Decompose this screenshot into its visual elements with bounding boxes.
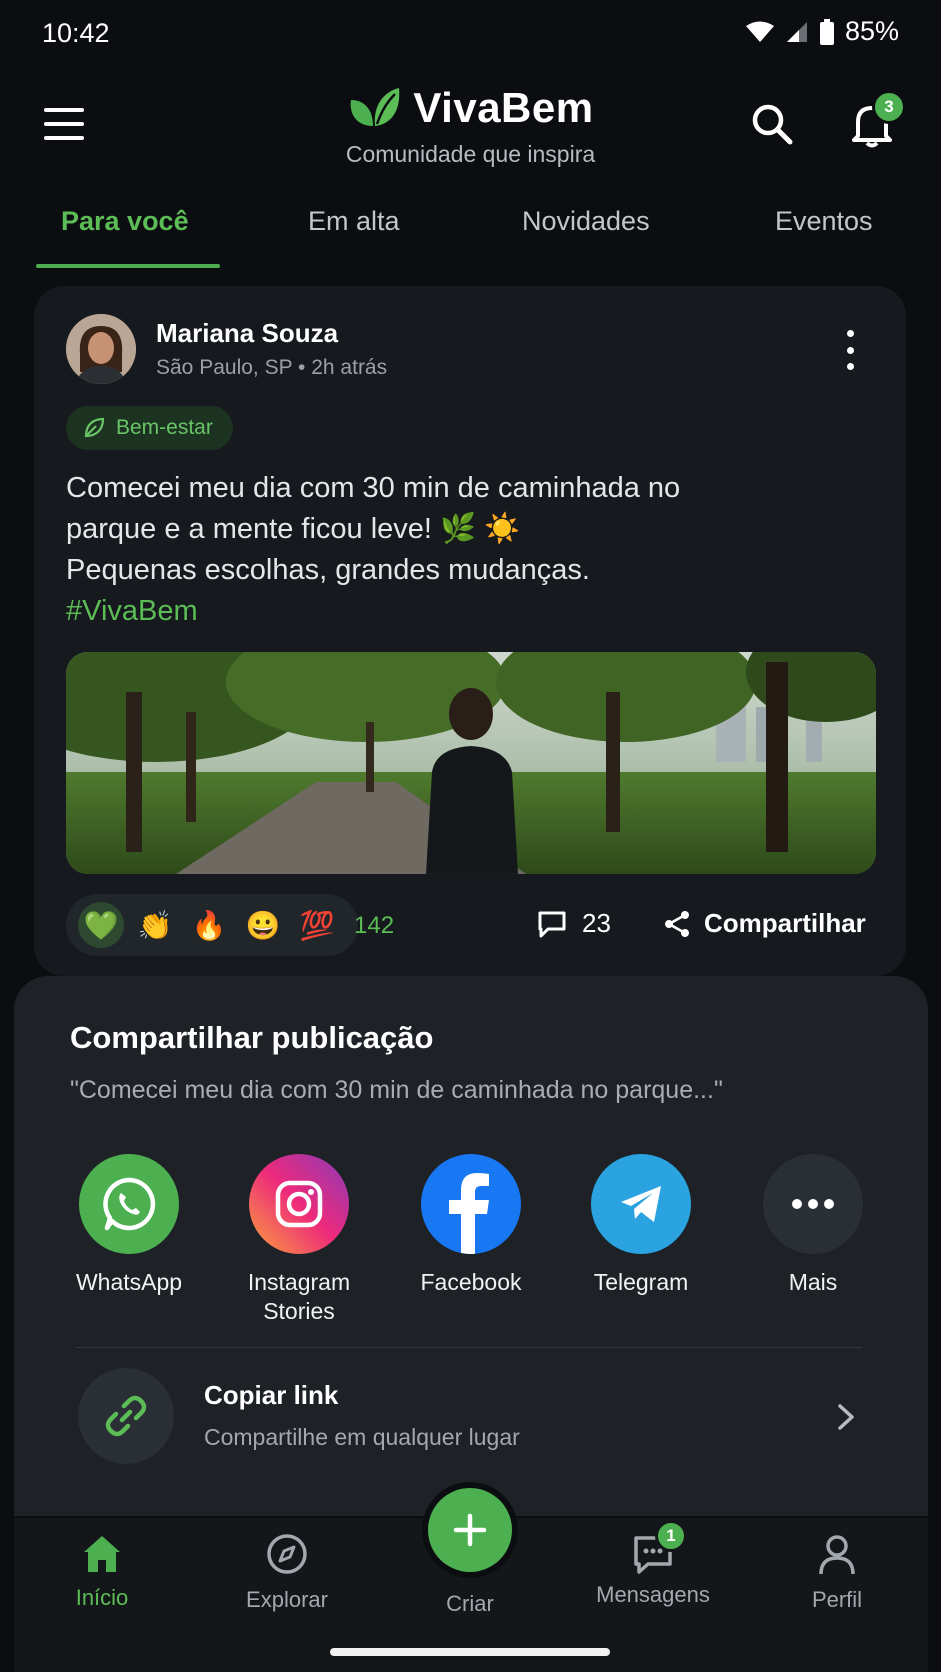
tab-em-alta[interactable]: Em alta xyxy=(308,206,400,237)
wifi-icon xyxy=(745,21,774,42)
tab-novidades[interactable]: Novidades xyxy=(522,206,650,237)
chevron-right-icon xyxy=(838,1404,854,1430)
comment-count: 23 xyxy=(582,908,611,938)
brand-name: VivaBem xyxy=(413,84,594,131)
nav-inicio-label: Início xyxy=(75,1585,129,1610)
home-indicator xyxy=(330,1648,610,1656)
nav-explorar-label: Explorar xyxy=(246,1587,328,1612)
nav-mensagens-label: Mensagens xyxy=(596,1582,710,1607)
share-facebook[interactable]: Facebook xyxy=(386,1154,556,1297)
share-facebook-label: Facebook xyxy=(420,1269,522,1295)
nav-criar-label: Criar xyxy=(446,1591,494,1616)
signal-icon xyxy=(786,21,807,42)
post-meta: São Paulo, SP • 2h atrás xyxy=(156,356,388,379)
post-text-line: parque e a mente ficou leve! 🌿 ☀️ xyxy=(66,513,521,545)
nav-perfil[interactable]: Perfil xyxy=(762,1532,912,1613)
leaf-logo-icon xyxy=(351,88,400,126)
nav-inicio[interactable]: Início xyxy=(27,1532,177,1611)
more-dots-icon xyxy=(763,1154,863,1254)
share-instagram-label: Instagram Stories xyxy=(214,1268,384,1326)
share-instagram-stories[interactable]: Instagram Stories xyxy=(214,1154,384,1326)
status-time: 10:42 xyxy=(42,18,110,48)
battery-percent: 85% xyxy=(844,16,899,46)
share-telegram[interactable]: Telegram xyxy=(556,1154,726,1297)
search-icon xyxy=(752,104,793,145)
notifications-button[interactable]: 3 xyxy=(846,90,906,150)
facebook-icon xyxy=(421,1154,521,1254)
copy-link-title: Copiar link xyxy=(204,1380,339,1410)
post-text: Comecei meu dia com 30 min de caminhada … xyxy=(66,468,866,632)
share-label: Compartilhar xyxy=(704,908,866,938)
notifications-badge: 3 xyxy=(872,90,906,124)
post-text-line: Comecei meu dia com 30 min de caminhada … xyxy=(66,472,681,504)
brand: VivaBem Comunidade que inspira xyxy=(0,84,941,168)
feed-tabs: Para você Em alta Novidades Eventos xyxy=(0,206,941,270)
brand-tagline: Comunidade que inspira xyxy=(345,141,596,167)
telegram-icon xyxy=(591,1154,691,1254)
post-author[interactable]: Mariana Souza xyxy=(156,318,338,349)
comment-icon xyxy=(538,911,566,937)
avatar[interactable] xyxy=(66,314,136,384)
category-label: Bem-estar xyxy=(116,416,213,439)
create-post-button[interactable] xyxy=(428,1488,512,1572)
sheet-divider xyxy=(76,1347,862,1348)
active-tab-indicator xyxy=(36,264,220,268)
category-chip[interactable]: Bem-estar xyxy=(66,406,233,450)
share-more[interactable]: Mais xyxy=(728,1154,898,1297)
share-sheet-quote: "Comecei meu dia com 30 min de caminhada… xyxy=(70,1076,723,1104)
reaction-clap[interactable]: 👏 xyxy=(132,902,178,948)
share-whatsapp-label: WhatsApp xyxy=(75,1269,183,1295)
compass-icon xyxy=(267,1534,307,1574)
post-options-button[interactable] xyxy=(840,330,860,370)
reaction-hundred[interactable]: 💯 xyxy=(294,902,340,948)
nav-perfil-label: Perfil xyxy=(811,1587,863,1612)
share-instagram-label-line1: Instagram xyxy=(247,1269,351,1295)
post-hashtag[interactable]: #VivaBem xyxy=(66,591,866,632)
share-button[interactable]: Compartilhar xyxy=(662,908,866,939)
reaction-count: 142 xyxy=(354,912,395,939)
profile-icon xyxy=(819,1535,855,1575)
share-telegram-label: Telegram xyxy=(593,1269,689,1295)
share-more-label: Mais xyxy=(788,1269,838,1295)
search-button[interactable] xyxy=(748,100,796,148)
reactions-bar: 💚 👏 🔥 😀 💯 xyxy=(66,894,358,956)
link-icon xyxy=(78,1368,174,1464)
messages-badge: 1 xyxy=(655,1520,687,1552)
reaction-heart[interactable]: 💚 xyxy=(78,902,124,948)
tab-eventos[interactable]: Eventos xyxy=(775,206,873,237)
share-instagram-label-line2: Stories xyxy=(263,1298,335,1324)
reaction-grin[interactable]: 😀 xyxy=(240,902,286,948)
share-icon xyxy=(665,910,689,937)
leaf-icon xyxy=(84,417,105,438)
status-icons: 85% xyxy=(745,16,899,47)
share-sheet-title: Compartilhar publicação xyxy=(70,1020,434,1055)
nav-explorar[interactable]: Explorar xyxy=(212,1532,362,1613)
share-whatsapp[interactable]: WhatsApp xyxy=(44,1154,214,1297)
post-text-line: Pequenas escolhas, grandes mudanças. xyxy=(66,554,590,586)
reaction-fire[interactable]: 🔥 xyxy=(186,902,232,948)
tab-para-voce[interactable]: Para você xyxy=(61,206,189,237)
copy-link-subtitle: Compartilhe em qualquer lugar xyxy=(204,1424,520,1450)
instagram-icon xyxy=(249,1154,349,1254)
comment-button[interactable]: 23 xyxy=(536,908,611,939)
copy-link-row[interactable]: Copiar link Compartilhe em qualquer luga… xyxy=(76,1366,862,1466)
post-image[interactable] xyxy=(66,652,876,874)
whatsapp-icon xyxy=(79,1154,179,1254)
nav-criar[interactable]: Criar xyxy=(395,1585,545,1617)
nav-mensagens[interactable]: 1 Mensagens xyxy=(578,1520,728,1608)
home-icon xyxy=(84,1536,120,1572)
plus-icon xyxy=(453,1513,487,1547)
battery-icon xyxy=(819,18,834,45)
